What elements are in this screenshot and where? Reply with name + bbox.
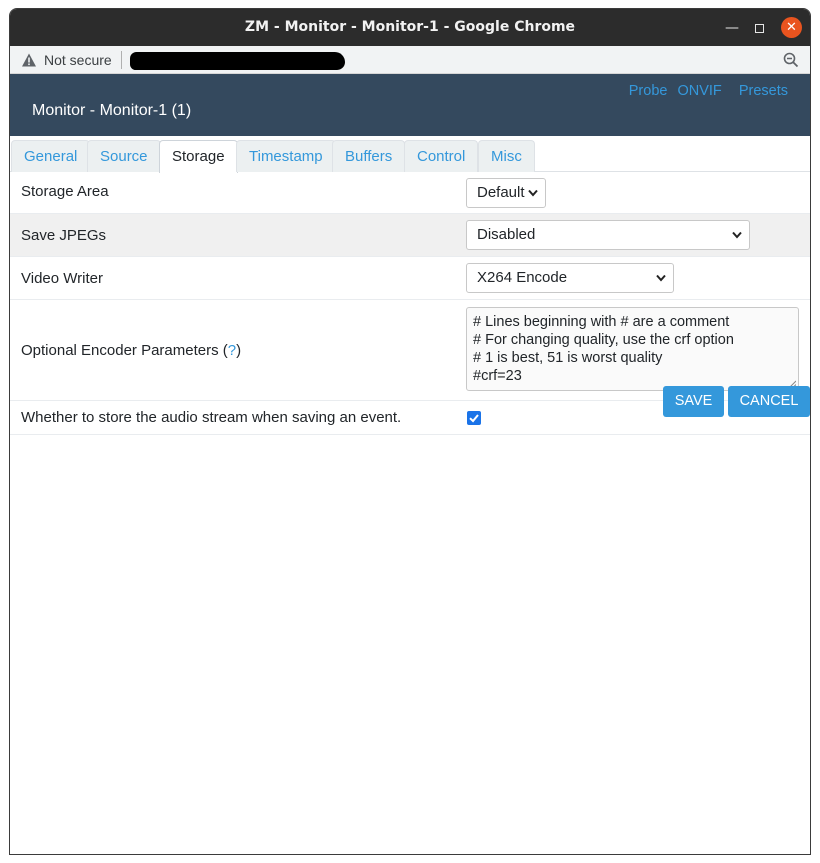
save-jpegs-select[interactable]: Disabled	[466, 220, 750, 250]
security-status[interactable]: Not secure	[44, 52, 112, 68]
encoder-line: # 1 is best, 51 is worst quality	[473, 350, 663, 366]
save-jpegs-label: Save JPEGs	[21, 227, 107, 244]
page-header: Monitor - Monitor-1 (1) Probe ONVIF Pres…	[10, 74, 810, 136]
video-writer-select[interactable]: X264 Encode	[466, 263, 674, 293]
zoom-icon[interactable]	[782, 51, 800, 69]
storage-area-value: Default	[477, 184, 525, 201]
address-bar[interactable]: Not secure	[10, 46, 810, 74]
minimize-icon[interactable]: —	[722, 18, 742, 38]
video-writer-value: X264 Encode	[477, 269, 568, 286]
video-writer-row: Video Writer X264 Encode	[10, 257, 810, 300]
encoder-params-textarea[interactable]: # Lines beginning with # are a comment #…	[466, 307, 799, 391]
save-button[interactable]: SAVE	[663, 386, 724, 417]
help-link[interactable]: ?	[228, 342, 236, 359]
maximize-icon[interactable]	[749, 18, 769, 38]
page-content: Monitor - Monitor-1 (1) Probe ONVIF Pres…	[10, 74, 810, 854]
encoder-params-label: Optional Encoder Parameters (?)	[21, 342, 241, 359]
storage-area-row: Storage Area Default	[10, 172, 810, 214]
check-icon	[469, 414, 479, 423]
presets-link[interactable]: Presets	[739, 83, 788, 99]
tab-buffers[interactable]: Buffers	[332, 140, 406, 172]
video-writer-label: Video Writer	[21, 270, 103, 287]
tab-timestamp[interactable]: Timestamp	[236, 140, 336, 172]
tab-general[interactable]: General	[11, 140, 91, 172]
probe-link[interactable]: Probe	[629, 83, 668, 99]
save-jpegs-row: Save JPEGs Disabled	[10, 214, 810, 257]
tab-misc[interactable]: Misc	[478, 140, 535, 172]
tab-bar: General Source Storage Timestamp Buffers…	[10, 140, 810, 173]
chevron-down-icon	[528, 189, 538, 197]
close-icon[interactable]: ✕	[781, 17, 802, 38]
storage-area-label: Storage Area	[21, 183, 109, 200]
encoder-line: # For changing quality, use the crf opti…	[473, 332, 734, 348]
url-separator	[121, 51, 122, 69]
tab-storage[interactable]: Storage	[159, 140, 238, 173]
chevron-down-icon	[732, 231, 742, 239]
tab-control[interactable]: Control	[404, 140, 479, 172]
tab-source[interactable]: Source	[87, 140, 161, 172]
title-bar: ZM - Monitor - Monitor-1 - Google Chrome…	[10, 9, 810, 46]
window-title: ZM - Monitor - Monitor-1 - Google Chrome	[244, 19, 576, 35]
page-title: Monitor - Monitor-1 (1)	[32, 102, 192, 119]
save-jpegs-value: Disabled	[477, 226, 536, 243]
record-audio-checkbox[interactable]	[467, 411, 481, 425]
encoder-line: # Lines beginning with # are a comment	[473, 314, 730, 330]
browser-window: ZM - Monitor - Monitor-1 - Google Chrome…	[9, 8, 811, 855]
record-audio-label: Whether to store the audio stream when s…	[21, 409, 402, 426]
header-links: Probe ONVIF Presets	[623, 83, 788, 99]
encoder-line: #crf=23	[473, 368, 522, 384]
cancel-button[interactable]: CANCEL	[728, 386, 810, 417]
encoder-params-label-end: )	[236, 342, 242, 359]
redacted-url[interactable]	[130, 52, 345, 70]
chevron-down-icon	[656, 274, 666, 282]
warning-icon	[22, 53, 36, 67]
onvif-link[interactable]: ONVIF	[677, 83, 721, 99]
storage-area-select[interactable]: Default	[466, 178, 546, 208]
encoder-params-label-text: Optional Encoder Parameters (	[21, 342, 228, 359]
